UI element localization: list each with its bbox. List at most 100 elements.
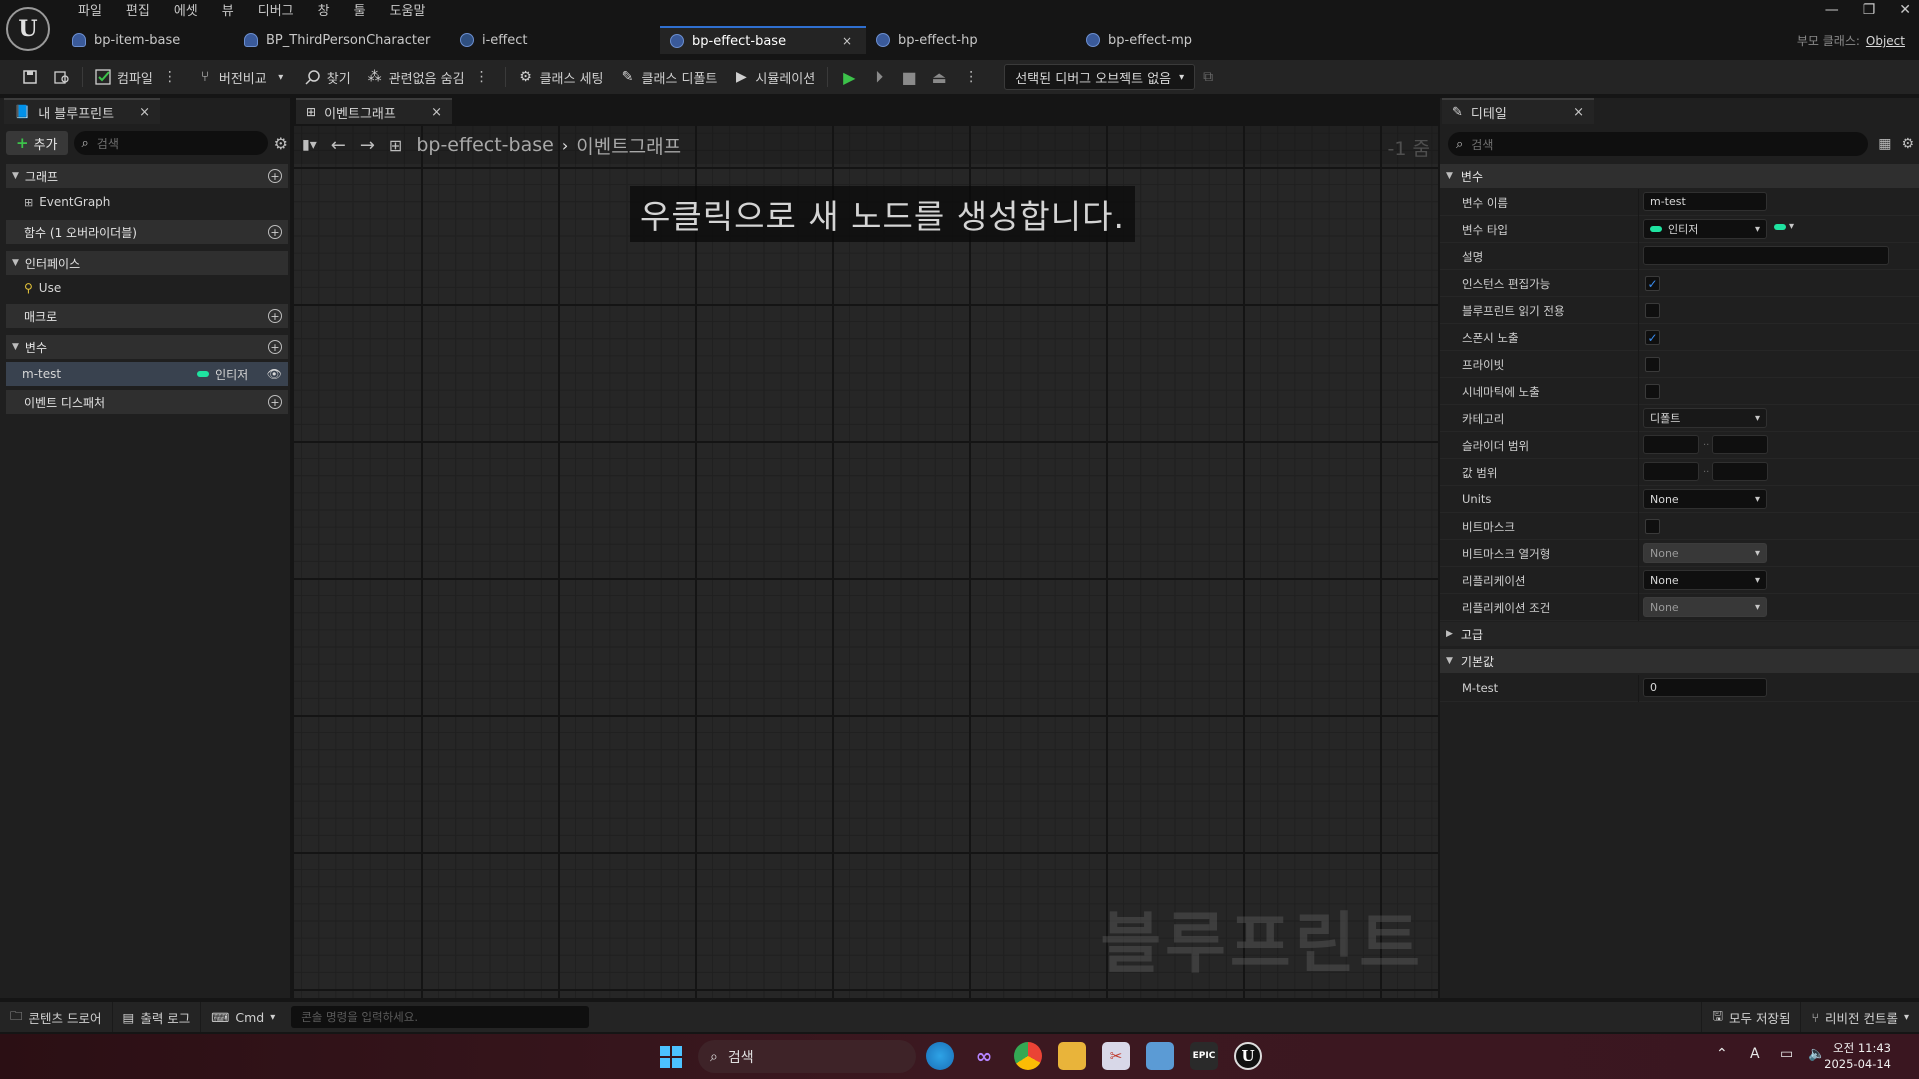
section-functions[interactable]: 함수 (1 오버라이더블) +	[6, 220, 288, 244]
epic-games-icon[interactable]: EPIC	[1190, 1042, 1218, 1070]
chevron-up-icon[interactable]: ⌃	[1716, 1046, 1728, 1062]
close-tab-icon[interactable]: ×	[842, 34, 852, 48]
parent-class-link[interactable]: Object	[1866, 34, 1905, 48]
content-drawer-button[interactable]: 🗀 콘텐츠 드로어	[0, 1002, 113, 1032]
play-options-icon[interactable]: ⋮	[960, 69, 982, 85]
add-button[interactable]: + 추가	[6, 131, 68, 155]
menu-item-help[interactable]: 도움말	[378, 2, 438, 22]
variable-row-m-test[interactable]: m-test 인티저 👁	[6, 362, 288, 386]
expose-cinematic-checkbox[interactable]	[1645, 384, 1660, 399]
class-settings-button[interactable]: ⚙ 클래스 세팅	[510, 63, 612, 91]
network-icon[interactable]: ▭	[1780, 1046, 1793, 1062]
simulation-button[interactable]: ▶ 시뮬레이션	[725, 63, 823, 91]
volume-icon[interactable]: 🔈	[1808, 1046, 1825, 1062]
debug-filter-icon[interactable]: ⧉	[1203, 69, 1213, 85]
unreal-logo-icon[interactable]: U	[6, 7, 50, 51]
eye-icon[interactable]: 👁	[267, 367, 282, 381]
eject-icon[interactable]: ⏏	[930, 68, 948, 87]
hide-unrelated-button[interactable]: ⁂ 관련없음 숨김 ⋮	[359, 63, 501, 91]
chevron-down-icon[interactable]: ▾	[1789, 221, 1794, 232]
bookmark-icon[interactable]: ▮▾	[302, 137, 317, 153]
compile-options-icon[interactable]: ⋮	[159, 69, 181, 85]
section-graph[interactable]: ▼ 그래프 +	[6, 164, 288, 188]
list-item-eventgraph[interactable]: ⊞ EventGraph	[6, 190, 288, 214]
section-event-dispatchers[interactable]: 이벤트 디스패처 +	[6, 390, 288, 414]
section-interfaces[interactable]: ▼ 인터페이스	[6, 251, 288, 275]
compile-button[interactable]: 컴파일 ⋮	[87, 63, 189, 91]
cmd-select[interactable]: ⌨ Cmd ▾	[201, 1002, 285, 1032]
add-macro-icon[interactable]: +	[268, 309, 282, 323]
doc-tab-bp-thirdpersoncharacter[interactable]: BP_ThirdPersonCharacter	[234, 26, 450, 54]
doc-tab-bp-effect-base[interactable]: bp-effect-base ×	[660, 26, 866, 54]
replication-select[interactable]: None ▾	[1643, 570, 1767, 590]
snipping-tool-icon[interactable]: ✂	[1102, 1042, 1130, 1070]
section-variable[interactable]: ▼ 변수	[1440, 164, 1919, 188]
private-checkbox[interactable]	[1645, 357, 1660, 372]
gear-icon[interactable]: ⚙	[274, 134, 288, 153]
file-explorer-icon[interactable]	[1058, 1042, 1086, 1070]
doc-tab-bp-effect-hp[interactable]: bp-effect-hp	[866, 26, 1076, 54]
save-button[interactable]	[14, 63, 46, 91]
taskbar-search[interactable]: ⌕ 검색	[698, 1040, 916, 1073]
console-input[interactable]: 콘솔 명령을 입력하세요.	[291, 1006, 590, 1028]
revision-control-button[interactable]: ⑂ 리비전 컨트롤 ▾	[1801, 1002, 1919, 1032]
close-tab-icon[interactable]: ×	[139, 105, 150, 120]
units-select[interactable]: None ▾	[1643, 489, 1767, 509]
stop-icon[interactable]: ■	[900, 68, 918, 87]
gear-icon[interactable]: ⚙	[1901, 136, 1914, 152]
category-select[interactable]: 디폴트 ▾	[1643, 408, 1767, 428]
value-range-min-field[interactable]	[1643, 462, 1699, 481]
find-button[interactable]: 찾기	[297, 63, 359, 91]
add-graph-icon[interactable]: +	[268, 169, 282, 183]
forward-arrow-icon[interactable]: →	[360, 135, 375, 156]
ime-indicator[interactable]: A	[1750, 1046, 1760, 1062]
menu-item-file[interactable]: 파일	[66, 2, 114, 22]
menu-item-edit[interactable]: 편집	[114, 2, 162, 22]
breadcrumb-root[interactable]: bp-effect-base	[416, 134, 554, 156]
details-search-input[interactable]: ⌕ 검색	[1448, 132, 1869, 156]
description-field[interactable]	[1643, 246, 1889, 265]
back-arrow-icon[interactable]: ←	[331, 135, 346, 156]
add-variable-icon[interactable]: +	[268, 340, 282, 354]
chrome-icon[interactable]	[1014, 1042, 1042, 1070]
close-tab-icon[interactable]: ×	[431, 105, 442, 120]
class-defaults-button[interactable]: ✎ 클래스 디폴트	[612, 63, 726, 91]
section-default-value[interactable]: ▼ 기본값	[1440, 649, 1919, 673]
step-icon[interactable]: ⏵	[870, 67, 888, 86]
search-input[interactable]: ⌕ 검색	[73, 131, 268, 155]
diff-button[interactable]: ⑂ 버전비교 ▾	[189, 63, 297, 91]
tab-details[interactable]: ✎ 디테일 ×	[1442, 98, 1594, 124]
menu-item-debug[interactable]: 디버그	[246, 2, 306, 22]
section-variables[interactable]: ▼ 변수 +	[6, 335, 288, 359]
slider-range-min-field[interactable]	[1643, 435, 1699, 454]
bitmask-checkbox[interactable]	[1645, 519, 1660, 534]
variable-name-field[interactable]: m-test	[1643, 192, 1767, 211]
add-event-dispatcher-icon[interactable]: +	[268, 395, 282, 409]
section-macros[interactable]: 매크로 +	[6, 304, 288, 328]
close-window-icon[interactable]: ✕	[1899, 2, 1911, 18]
list-item-use[interactable]: ⚲ Use	[6, 276, 288, 300]
container-type-icon[interactable]	[1774, 224, 1786, 230]
section-advanced[interactable]: ▶ 고급	[1440, 622, 1919, 646]
doc-tab-bp-item-base[interactable]: bp-item-base	[62, 26, 234, 54]
windows-start-icon[interactable]	[660, 1046, 682, 1068]
tab-my-blueprint[interactable]: 📘 내 블루프린트 ×	[4, 98, 160, 124]
value-range-max-field[interactable]	[1712, 462, 1768, 481]
hide-unrelated-options-icon[interactable]: ⋮	[471, 69, 493, 85]
doc-tab-i-effect[interactable]: i-effect	[450, 26, 660, 54]
menu-item-view[interactable]: 뷰	[210, 2, 246, 22]
menu-item-window[interactable]: 창	[306, 2, 342, 22]
close-tab-icon[interactable]: ×	[1573, 105, 1584, 120]
bp-readonly-checkbox[interactable]	[1645, 303, 1660, 318]
save-all-button[interactable]: 🖫 모두 저장됨	[1701, 1002, 1802, 1032]
graph-canvas[interactable]: ▮▾ ← → ⊞ bp-effect-base › 이벤트그래프 -1 줌 우클…	[294, 126, 1438, 998]
default-value-field[interactable]: 0	[1643, 678, 1767, 697]
notepad-icon[interactable]	[1146, 1042, 1174, 1070]
instance-editable-checkbox[interactable]: ✓	[1645, 276, 1660, 291]
expose-on-spawn-checkbox[interactable]: ✓	[1645, 330, 1660, 345]
edge-icon[interactable]	[926, 1042, 954, 1070]
minimize-icon[interactable]: —	[1825, 2, 1839, 18]
restore-icon[interactable]: ❐	[1863, 2, 1876, 18]
add-function-icon[interactable]: +	[268, 225, 282, 239]
visual-studio-icon[interactable]: ∞	[970, 1042, 998, 1070]
